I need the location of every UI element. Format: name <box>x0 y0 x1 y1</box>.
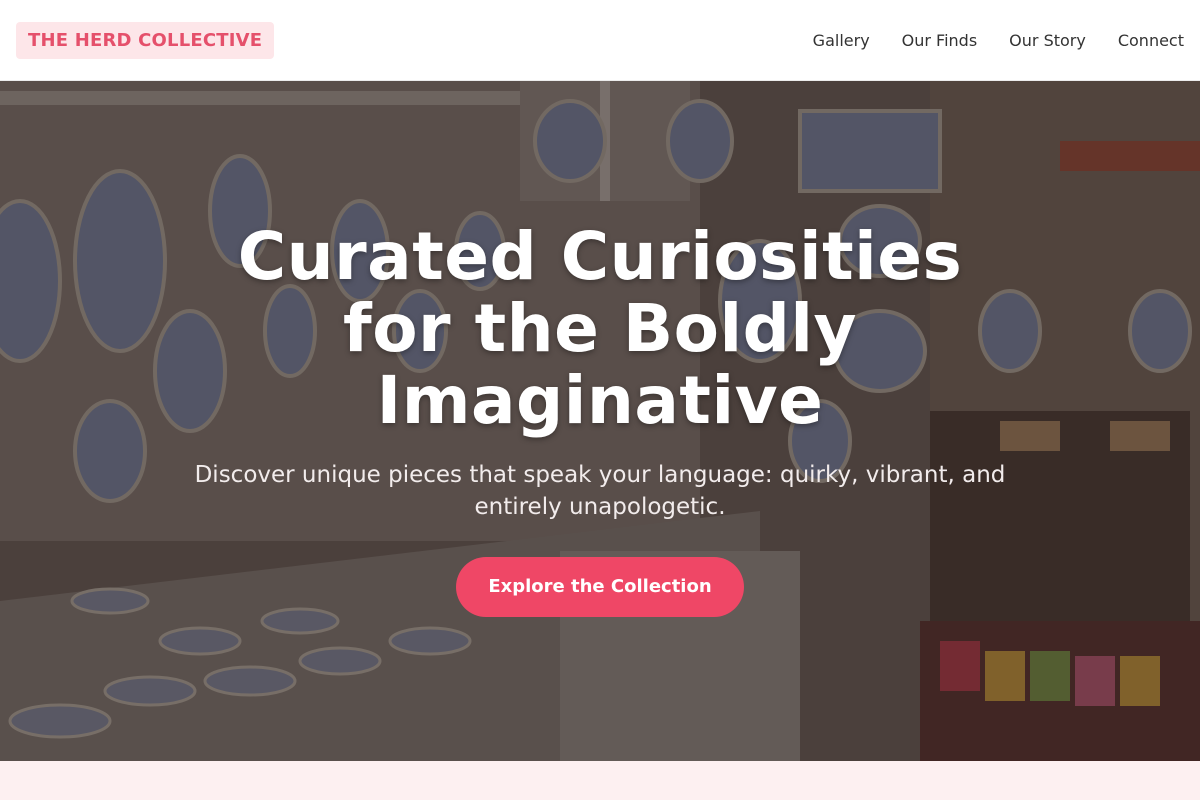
hero-section: Curated Curiosities for the Boldly Imagi… <box>0 81 1200 761</box>
nav-gallery[interactable]: Gallery <box>813 31 870 50</box>
next-section-band <box>0 761 1200 800</box>
explore-collection-button[interactable]: Explore the Collection <box>456 557 744 617</box>
site-header: THE HERD COLLECTIVE Gallery Our Finds Ou… <box>0 0 1200 81</box>
site-logo[interactable]: THE HERD COLLECTIVE <box>16 21 275 59</box>
nav-our-story[interactable]: Our Story <box>1009 31 1086 50</box>
nav-connect[interactable]: Connect <box>1118 31 1184 50</box>
hero-content: Curated Curiosities for the Boldly Imagi… <box>0 221 1200 617</box>
main-nav: Gallery Our Finds Our Story Connect <box>813 31 1184 50</box>
hero-subtitle: Discover unique pieces that speak your l… <box>194 462 1006 520</box>
nav-our-finds[interactable]: Our Finds <box>902 31 978 50</box>
hero-title: Curated Curiosities for the Boldly Imagi… <box>237 218 963 439</box>
